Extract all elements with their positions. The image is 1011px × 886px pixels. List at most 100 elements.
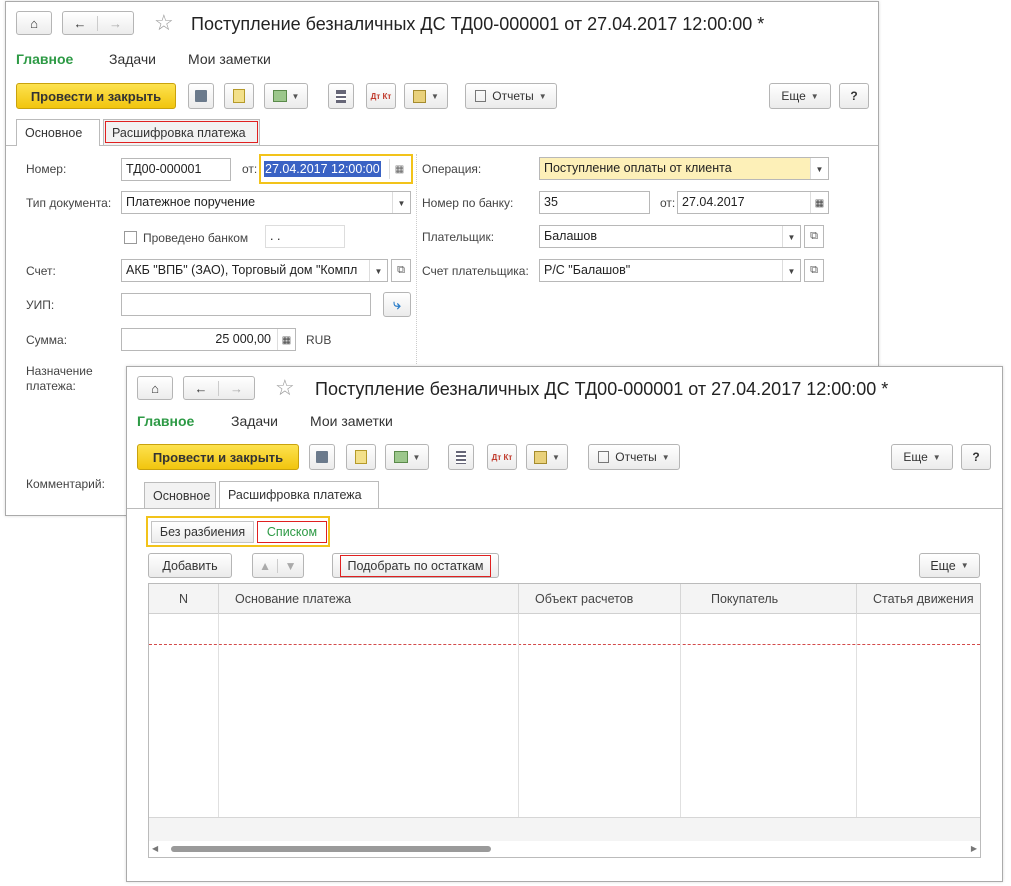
column-payment-basis[interactable]: Основание платежа (219, 584, 519, 614)
dt-kt-button[interactable]: Дт Кт (366, 83, 396, 109)
home-button[interactable]: ⌂ (16, 11, 52, 35)
grid-more-button[interactable]: Еще ▼ (919, 553, 980, 578)
breakdown-mode-switch: Без разбиения Списком (146, 516, 330, 547)
nav-back-forward[interactable]: ← → (62, 11, 134, 35)
number-label: Номер: (26, 162, 67, 176)
create-based-on-button-2[interactable]: ▼ (385, 444, 429, 470)
print-icon (413, 89, 427, 103)
date-field[interactable]: 27.04.2017 12:00:00 ▦ (259, 154, 413, 184)
more-button-2[interactable]: Еще ▼ (891, 444, 953, 470)
bank-date-calendar-icon[interactable]: ▦ (810, 192, 828, 213)
pick-by-balance-button[interactable]: Подобрать по остаткам (332, 553, 499, 578)
journal-button[interactable] (328, 83, 354, 109)
help-button-2[interactable]: ? (961, 444, 991, 470)
favorite-star-icon[interactable]: ☆ (275, 375, 295, 401)
save-button-2[interactable] (309, 444, 335, 470)
date-from-label: от: (242, 162, 258, 176)
home-button-2[interactable]: ⌂ (137, 376, 173, 400)
tab-underline (6, 145, 878, 146)
back-arrow-icon[interactable]: ← (184, 380, 220, 396)
scroll-left-icon[interactable]: ◀ (152, 844, 158, 853)
sum-field[interactable]: 25 000,00 ▦ (121, 328, 296, 351)
print-icon (534, 450, 548, 464)
horizontal-scrollbar[interactable]: ◀ ▶ (149, 841, 980, 857)
operation-dropdown-icon[interactable]: ▼ (810, 158, 828, 179)
account-open-icon[interactable]: ⧉ (391, 259, 411, 282)
print-button-2[interactable]: ▼ (526, 444, 568, 470)
section-main-2[interactable]: Главное (137, 413, 194, 429)
doc-type-field[interactable]: Платежное поручение ▼ (121, 191, 411, 214)
uip-field[interactable] (121, 293, 371, 316)
scrollbar-thumb[interactable] (171, 846, 491, 852)
post-button-2[interactable] (346, 444, 376, 470)
more-label: Еще (781, 89, 806, 103)
favorite-star-icon[interactable]: ☆ (154, 10, 174, 36)
print-button[interactable]: ▼ (404, 83, 448, 109)
operation-field[interactable]: Поступление оплаты от клиента ▼ (539, 157, 829, 180)
comment-label: Комментарий: (26, 477, 105, 491)
section-notes-2[interactable]: Мои заметки (310, 413, 393, 429)
account-dropdown-icon[interactable]: ▼ (369, 260, 387, 281)
mode-no-split[interactable]: Без разбиения (151, 521, 254, 543)
bank-posted-checkbox[interactable] (124, 231, 137, 244)
move-up-icon[interactable]: ▲ (253, 558, 279, 573)
create-based-on-button[interactable]: ▼ (264, 83, 308, 109)
add-button[interactable]: Добавить (148, 553, 232, 578)
floppy-icon (195, 90, 207, 102)
mode-list[interactable]: Списком (257, 521, 327, 543)
payer-open-icon[interactable]: ⧉ (804, 225, 824, 248)
document-window-breakdown: ⌂ ← → ☆ Поступление безналичных ДС ТД00-… (126, 366, 1003, 882)
uip-generate-button[interactable]: ⤷ (383, 292, 411, 317)
bank-number-field[interactable]: 35 (539, 191, 650, 214)
post-and-close-button[interactable]: Провести и закрыть (16, 83, 176, 109)
post-and-close-button-2[interactable]: Провести и закрыть (137, 444, 299, 470)
section-notes[interactable]: Мои заметки (188, 51, 271, 67)
dt-kt-button-2[interactable]: Дт Кт (487, 444, 517, 470)
section-tasks-2[interactable]: Задачи (231, 413, 278, 429)
bank-date-field[interactable]: 27.04.2017 ▦ (677, 191, 829, 214)
nav-back-forward-2[interactable]: ← → (183, 376, 255, 400)
back-arrow-icon[interactable]: ← (63, 15, 99, 31)
tab-main-2[interactable]: Основное (144, 482, 216, 508)
section-main[interactable]: Главное (16, 51, 73, 67)
doc-type-dropdown-icon[interactable]: ▼ (392, 192, 410, 213)
move-down-icon[interactable]: ▼ (278, 559, 303, 573)
column-n[interactable]: N (149, 584, 219, 614)
calendar-icon[interactable]: ▦ (389, 159, 409, 179)
reports-label: Отчеты (615, 450, 657, 464)
column-cash-flow-item[interactable]: Статья движения (857, 584, 983, 614)
table-footer (149, 817, 980, 841)
scroll-right-icon[interactable]: ▶ (971, 844, 977, 853)
page-title: Поступление безналичных ДС ТД00-000001 о… (191, 14, 765, 34)
tab-payment-breakdown-2[interactable]: Расшифровка платежа (219, 481, 379, 508)
reports-button[interactable]: Отчеты ▼ (465, 83, 557, 109)
payer-label: Плательщик: (422, 230, 495, 244)
column-buyer[interactable]: Покупатель (681, 584, 857, 614)
more-button[interactable]: Еще ▼ (769, 83, 831, 109)
tab-payment-breakdown[interactable]: Расшифровка платежа (103, 119, 260, 145)
table-header: N Основание платежа Объект расчетов Поку… (149, 584, 980, 614)
payer-account-dropdown-icon[interactable]: ▼ (782, 260, 800, 281)
number-field[interactable]: ТД00-000001 (121, 158, 231, 181)
payer-dropdown-icon[interactable]: ▼ (782, 226, 800, 247)
post-button[interactable] (224, 83, 254, 109)
forward-arrow-icon[interactable]: → (98, 16, 133, 31)
home-icon: ⌂ (30, 15, 38, 31)
column-settlement-object[interactable]: Объект расчетов (519, 584, 681, 614)
payer-account-open-icon[interactable]: ⧉ (804, 259, 824, 282)
payer-field[interactable]: Балашов ▼ (539, 225, 801, 248)
purpose-label-line2: платежа: (26, 379, 76, 393)
journal-button-2[interactable] (448, 444, 474, 470)
move-up-down-buttons[interactable]: ▲ ▼ (252, 553, 304, 578)
reports-button-2[interactable]: Отчеты ▼ (588, 444, 680, 470)
breakdown-table[interactable]: N Основание платежа Объект расчетов Поку… (148, 583, 981, 858)
forward-arrow-icon[interactable]: → (219, 381, 254, 396)
section-tasks[interactable]: Задачи (109, 51, 156, 67)
calculator-icon[interactable]: ▦ (277, 329, 295, 350)
tab-main[interactable]: Основное (16, 119, 100, 146)
help-button[interactable]: ? (839, 83, 869, 109)
save-button[interactable] (188, 83, 214, 109)
account-field[interactable]: АКБ "ВПБ" (ЗАО), Торговый дом "Компл ▼ (121, 259, 388, 282)
bank-posted-date[interactable]: . . (265, 225, 345, 248)
payer-account-field[interactable]: Р/С "Балашов" ▼ (539, 259, 801, 282)
